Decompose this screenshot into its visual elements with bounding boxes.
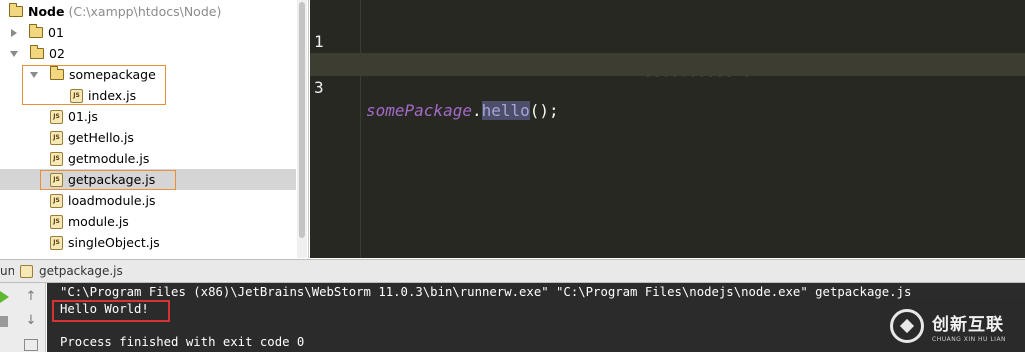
- arrow-down-icon[interactable]: ↓: [24, 314, 38, 328]
- tree-root-path: (C:\xampp\htdocs\Node): [68, 4, 222, 19]
- tree-item-label: singleObject.js: [68, 235, 160, 250]
- chevron-right-icon[interactable]: [11, 28, 17, 37]
- rerun-icon[interactable]: [0, 291, 9, 303]
- chevron-down-icon[interactable]: [10, 50, 18, 57]
- watermark-en: CHUANG XIN HU LIAN: [932, 335, 1007, 343]
- console-line-command: "C:\Program Files (x86)\JetBrains\WebSto…: [60, 285, 912, 299]
- tree-item-label: loadmodule.js: [68, 193, 156, 208]
- js-file-icon: JS: [50, 235, 63, 250]
- folder-icon: [29, 24, 43, 38]
- line-number: 3: [314, 78, 324, 97]
- js-file-icon: JS: [50, 193, 63, 208]
- run-toolbar: ↑ ↓: [0, 283, 46, 352]
- tree-item-gethello-js[interactable]: JS getHello.js: [0, 127, 296, 148]
- js-file-icon: JS: [50, 109, 63, 124]
- tree-item-01-js[interactable]: JS 01.js: [0, 106, 296, 127]
- code-line-3[interactable]: 3 somePackage.hello();: [310, 53, 1025, 120]
- tree-scrollbar[interactable]: [297, 0, 307, 258]
- watermark-text: 创新互联 CHUANG XIN HU LIAN: [932, 310, 1006, 343]
- code-line-2[interactable]: 2: [310, 30, 1025, 74]
- watermark-logo: 创新互联 CHUANG XIN HU LIAN: [880, 300, 1025, 352]
- code-editor[interactable]: 1 var somePackage = require('./somepacka…: [310, 0, 1025, 258]
- tree-item-singleobject-js[interactable]: JS singleObject.js: [0, 232, 296, 253]
- code-method: hello: [481, 101, 530, 120]
- highlight-box-somepackage: [22, 65, 166, 105]
- highlight-box-output: [52, 300, 170, 322]
- code-dot: .: [471, 101, 482, 120]
- tree-root-label: Node: [28, 4, 65, 19]
- tree-item-label: getHello.js: [68, 130, 134, 145]
- tree-root-node[interactable]: Node (C:\xampp\htdocs\Node): [0, 1, 296, 22]
- console-line-exit: Process finished with exit code 0: [60, 335, 305, 349]
- code-line-1[interactable]: 1 var somePackage = require('./somepacka…: [310, 7, 1025, 74]
- tree-item-label: 02: [49, 46, 65, 61]
- tree-item-loadmodule-js[interactable]: JS loadmodule.js: [0, 190, 296, 211]
- code-variable: somePackage: [366, 101, 472, 120]
- run-tab-name[interactable]: getpackage.js: [39, 264, 123, 278]
- run-tab-bar: un getpackage.js: [0, 259, 1025, 283]
- watermark-cn: 创新互联: [932, 314, 1004, 335]
- tree-item-label: module.js: [68, 214, 129, 229]
- code-text: somePackage.hello();: [366, 99, 559, 122]
- folder-icon: [30, 45, 44, 59]
- run-panel-label: un: [0, 264, 14, 278]
- code-call: ();: [529, 101, 559, 120]
- tree-item-01[interactable]: 01: [0, 22, 296, 43]
- tree-item-getmodule-js[interactable]: JS getmodule.js: [0, 148, 296, 169]
- folder-icon: [9, 3, 23, 17]
- js-file-icon: JS: [50, 214, 63, 229]
- highlight-box-getpackage: [40, 170, 176, 190]
- tree-item-label: 01: [48, 25, 64, 40]
- js-file-icon: [20, 264, 33, 278]
- tree-item-label: getmodule.js: [68, 151, 150, 166]
- brand-logo-icon: [890, 309, 924, 343]
- tree-item-module-js[interactable]: JS module.js: [0, 211, 296, 232]
- run-console[interactable]: "C:\Program Files (x86)\JetBrains\WebSto…: [47, 283, 1025, 352]
- tree-item-label: 01.js: [68, 109, 98, 124]
- js-file-icon: JS: [50, 130, 63, 145]
- project-tree: Node (C:\xampp\htdocs\Node) 01 02 somepa…: [0, 0, 309, 258]
- tree-scrollbar-thumb[interactable]: [299, 2, 305, 238]
- soft-wrap-icon[interactable]: [24, 339, 38, 351]
- stop-icon[interactable]: [0, 316, 8, 327]
- tree-item-02[interactable]: 02: [0, 43, 296, 64]
- js-file-icon: JS: [50, 151, 63, 166]
- arrow-up-icon[interactable]: ↑: [24, 290, 38, 304]
